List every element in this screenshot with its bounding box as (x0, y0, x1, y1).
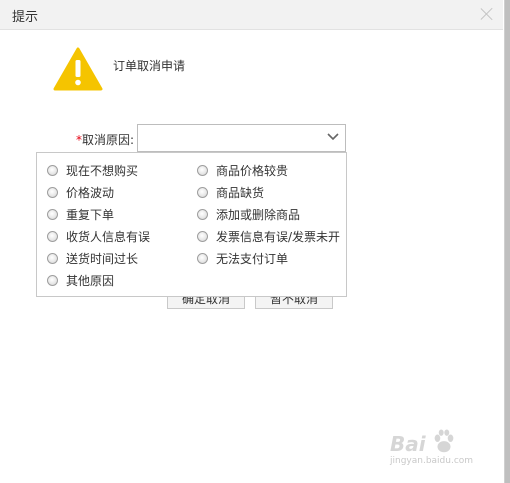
reason-label: *取消原因: (64, 131, 134, 148)
reason-option-label: 现在不想购买 (66, 164, 139, 178)
radio-button[interactable] (47, 231, 58, 242)
reason-option-label: 商品缺货 (216, 186, 265, 200)
radio-button[interactable] (197, 209, 208, 220)
radio-button[interactable] (47, 209, 58, 220)
radio-button[interactable] (197, 253, 208, 264)
reason-option-label: 添加或删除商品 (216, 208, 301, 222)
reason-option-label: 价格波动 (66, 186, 115, 200)
warning-triangle-icon (53, 47, 103, 91)
reason-label-text: 取消原因: (81, 133, 134, 147)
keep-order-label: 暂不取消 (269, 296, 318, 306)
reason-option-label: 发票信息有误/发票未开 (216, 230, 341, 244)
confirm-cancel-button[interactable]: 确定取消 (167, 296, 245, 309)
radio-button[interactable] (47, 253, 58, 264)
watermark-brand: Bai (390, 432, 426, 456)
reason-option-label: 送货时间过长 (66, 252, 139, 266)
reason-option-label: 商品价格较贵 (216, 164, 289, 178)
radio-button[interactable] (197, 231, 208, 242)
reason-option-label: 收货人信息有误 (66, 230, 151, 244)
keep-order-button[interactable]: 暂不取消 (255, 296, 333, 309)
cancel-order-dialog: 提示 订单取消申请 *取消原因: 确定取消 暂不取消 现在不想购买 价格波动 重… (0, 0, 505, 483)
watermark-url: jingyan.baidu.com (390, 456, 474, 466)
baidu-paw-icon (434, 429, 454, 453)
confirm-cancel-label: 确定取消 (181, 296, 230, 306)
radio-button[interactable] (197, 165, 208, 176)
dialog-titlebar: 提示 (0, 0, 503, 30)
reason-dropdown-list: 现在不想购买 价格波动 重复下单 收货人信息有误 送货时间过长 其他原因 商品价… (36, 152, 347, 297)
reason-option-label: 无法支付订单 (216, 252, 289, 266)
radio-button[interactable] (47, 165, 58, 176)
chevron-down-icon (327, 133, 339, 141)
baidu-watermark: Bai jingyan.baidu.com (390, 428, 486, 468)
close-icon[interactable] (479, 6, 495, 22)
radio-button[interactable] (197, 187, 208, 198)
reason-option-label: 重复下单 (66, 208, 115, 222)
radio-button[interactable] (47, 275, 58, 286)
reason-select[interactable] (137, 124, 346, 152)
dialog-title: 提示 (12, 10, 39, 25)
dialog-message: 订单取消申请 (113, 59, 186, 73)
reason-option-label: 其他原因 (66, 274, 115, 288)
radio-button[interactable] (47, 187, 58, 198)
